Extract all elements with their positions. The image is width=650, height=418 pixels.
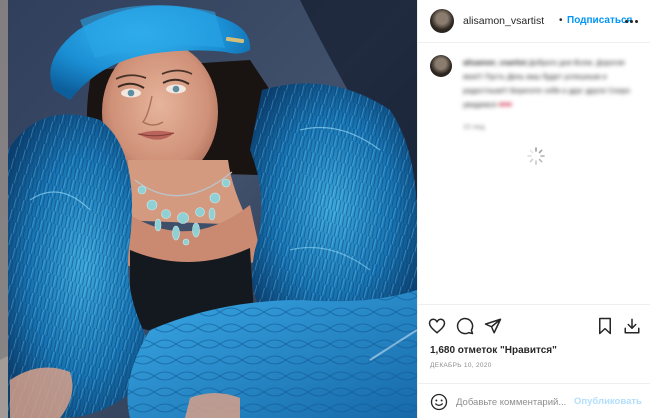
post-header: alisamon_vsartist • Подписаться xyxy=(418,0,650,43)
comment-form: Опубликовать xyxy=(418,383,650,418)
comment-input[interactable] xyxy=(456,394,568,410)
publish-button[interactable]: Опубликовать xyxy=(574,396,642,407)
comment-icon[interactable] xyxy=(456,317,474,335)
caption-emojis: ♥♥♥ xyxy=(498,100,512,109)
more-horizontal-icon[interactable] xyxy=(620,11,642,31)
likes-count[interactable]: 1,680 отметок "Нравится" xyxy=(430,345,557,356)
download-icon[interactable] xyxy=(623,317,641,335)
caption-username[interactable]: alisamon_vsartist xyxy=(463,58,526,67)
author-username[interactable]: alisamon_vsartist xyxy=(463,15,544,27)
post-date[interactable]: ДЕКАБРЬ 10, 2020 xyxy=(430,362,492,369)
share-icon[interactable] xyxy=(484,317,502,335)
post-caption: alisamon_vsartist Доброго дня Всем. Доро… xyxy=(463,56,645,112)
heart-icon[interactable] xyxy=(428,317,446,335)
separator-dot: • xyxy=(559,15,563,26)
portrait-image xyxy=(0,0,417,418)
action-bar xyxy=(418,304,650,344)
bookmark-icon[interactable] xyxy=(596,317,614,335)
smiley-icon[interactable] xyxy=(430,393,448,411)
caption-time: 10 нед. xyxy=(463,124,487,131)
post-photo[interactable] xyxy=(0,0,417,418)
caption-avatar[interactable] xyxy=(430,55,452,77)
avatar[interactable] xyxy=(430,9,454,33)
spinner-icon xyxy=(527,147,545,165)
